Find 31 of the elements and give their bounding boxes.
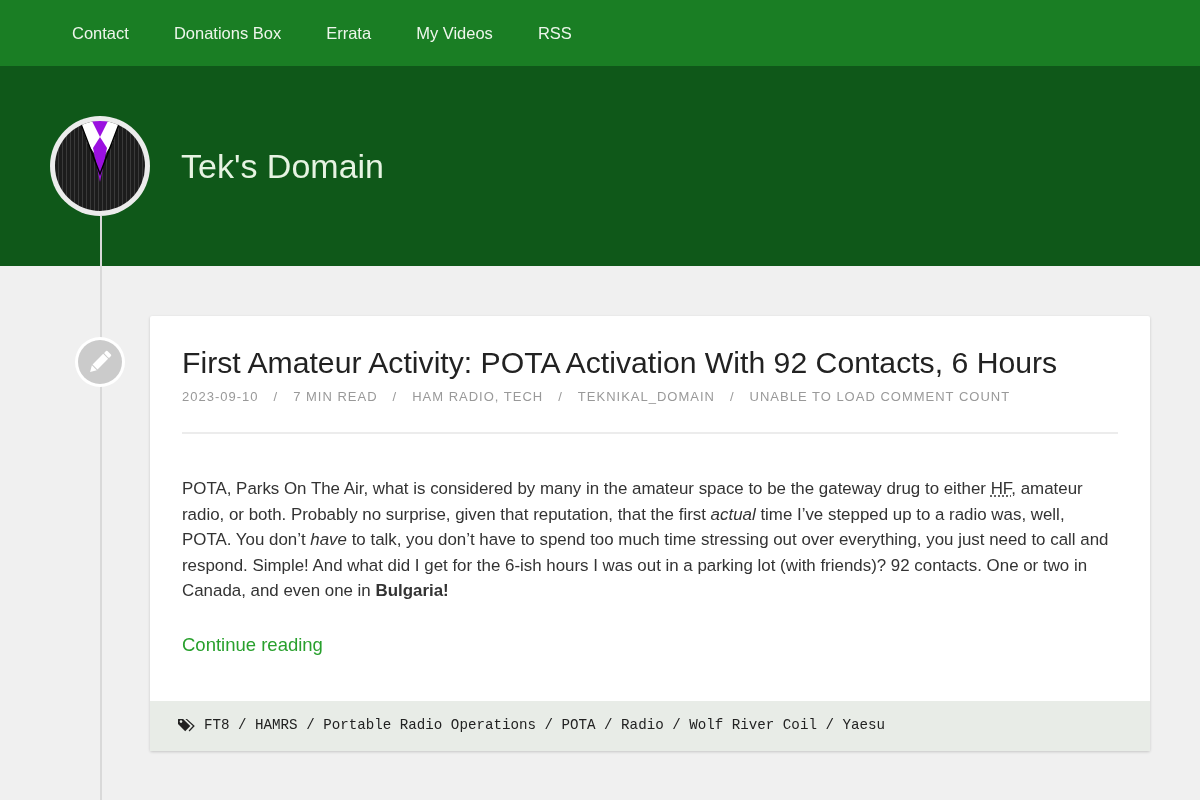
post-excerpt: POTA, Parks On The Air, what is considered by many in the amateur space to be the gateway drug to either HF, amateur radio, or both. Probably no surprise, given that reputation, that the first actual time I’ve stepped up to a radio was, well, POTA. You don’t have to talk, you don’t have to spend too much time stressing out over everything, you just need to call and respond. Simple! And what did I get for the 6-ish hours I was out in a parking lot (with friends)? 92 contacts. One or two in Canada, and even one in Bulgaria! [182, 478, 1110, 603]
tag-separator: / [544, 716, 554, 736]
tags-icon [178, 718, 196, 734]
tag-separator: / [604, 716, 613, 736]
tag-separator: / [825, 716, 834, 736]
tag-link[interactable]: POTA [561, 715, 596, 737]
meta-separator: / [392, 388, 398, 407]
pencil-icon [75, 337, 125, 387]
nav-link[interactable]: Errata [326, 20, 372, 46]
tag-link[interactable]: Portable Radio Operations [323, 715, 536, 737]
tag-link[interactable]: FT8 [204, 715, 230, 737]
tag-link[interactable]: Wolf River Coil [689, 715, 817, 737]
tag-separator: / [672, 716, 681, 736]
nav-link[interactable]: Donations Box [173, 20, 282, 46]
suit-avatar-icon [50, 116, 150, 216]
nav-link[interactable]: RSS [537, 20, 572, 46]
meta-text: UNABLE TO LOAD COMMENT COUNT [749, 388, 1011, 407]
post-title[interactable]: First Amateur Activity: POTA Activation With 92 Contacts, 6 Hours [182, 343, 1118, 383]
meta-text: 2023-09-10 [182, 388, 259, 407]
meta-text: 7 MIN READ [293, 388, 378, 407]
nav-link[interactable]: Contact [72, 20, 129, 46]
tag-separator: / [306, 716, 315, 736]
tag-link[interactable]: Radio [621, 715, 664, 737]
tag-link[interactable]: HAMRS [255, 715, 298, 737]
tag-separator: / [238, 716, 247, 736]
site-title[interactable]: Tek's Domain [181, 145, 384, 187]
meta-separator: / [273, 388, 279, 407]
meta-separator: / [729, 388, 735, 407]
nav-link[interactable]: My Videos [416, 20, 493, 46]
tag-link[interactable]: Yaesu [842, 715, 885, 737]
meta-separator: / [558, 388, 563, 407]
